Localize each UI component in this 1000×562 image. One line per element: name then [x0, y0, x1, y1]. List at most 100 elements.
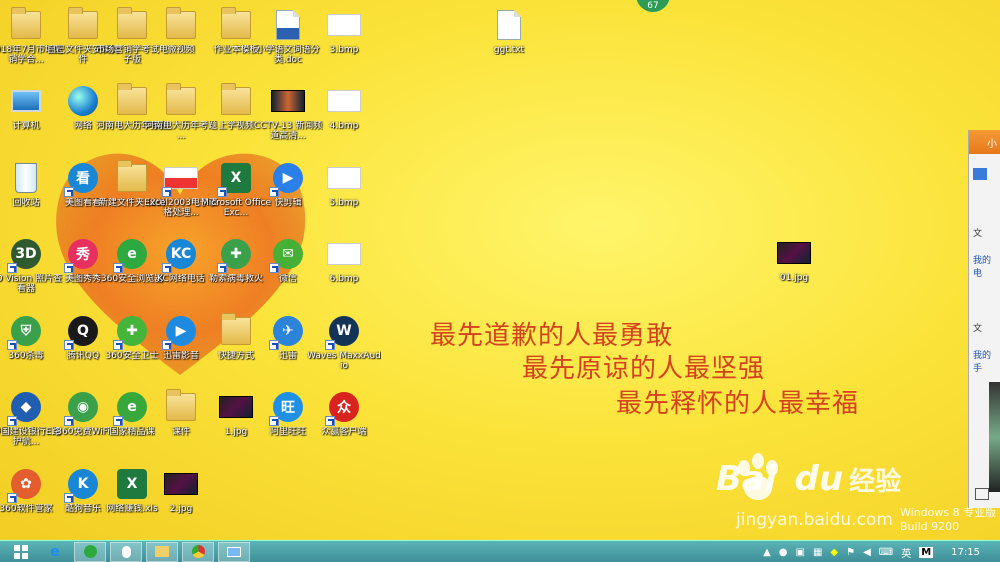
shortcut-arrow-icon	[269, 416, 279, 426]
folder-icon	[219, 313, 253, 348]
360-tray-icon[interactable]: ●	[779, 547, 788, 558]
qq-penguin-icon	[121, 545, 131, 558]
bitmap-image-icon	[327, 237, 361, 271]
taskbar-ie[interactable]: e	[40, 542, 70, 562]
taskbar-360browser[interactable]	[74, 541, 106, 562]
shortcut-arrow-icon	[64, 263, 74, 273]
desktop-icon-label: 众赢客户端	[321, 427, 367, 437]
jingyan-text: 经验	[849, 466, 902, 497]
keyboard-icon[interactable]: ⌨	[879, 547, 893, 558]
image-icon[interactable]	[973, 168, 987, 180]
shortcut-arrow-icon	[162, 340, 172, 350]
chat-toolbar-icon[interactable]	[969, 154, 1000, 194]
excel-icon: X	[217, 161, 253, 197]
recycle-bin-icon-shape	[15, 163, 37, 193]
chat-image-preview[interactable]	[989, 382, 1000, 492]
quote-line-1: 最先道歉的人最勇敢	[430, 321, 674, 351]
excel-icon-shape: X	[117, 469, 147, 499]
desktop: 67 2018年7月市场营销学合...自己文件夹安装文件市场营销学考试电子版微视…	[0, 0, 1000, 540]
shortcut-arrow-icon	[64, 493, 74, 503]
chrome-icon	[191, 545, 205, 558]
app-icon: KC	[162, 237, 198, 273]
folder-icon-shape	[117, 83, 147, 115]
folder-icon-shape	[11, 7, 41, 39]
chat-row-4[interactable]: 我的手	[969, 346, 1000, 376]
clock[interactable]: 17:15	[951, 547, 980, 558]
shortcut-arrow-icon	[113, 340, 123, 350]
app-icon: 众	[325, 390, 361, 426]
desktop-icon-label: 4.bmp	[329, 121, 359, 131]
shortcut-arrow-icon	[64, 340, 74, 350]
bitmap-image-icon	[327, 8, 361, 42]
folder-icon-shape	[166, 83, 196, 115]
ie-icon: e	[50, 543, 60, 560]
volume-icon[interactable]: ◀	[863, 547, 871, 558]
folder-icon	[164, 83, 198, 118]
folder-icon[interactable]	[975, 488, 989, 500]
shortcut-arrow-icon	[162, 187, 172, 197]
notification-badge[interactable]: 67	[636, 0, 670, 12]
system-tray: ▲ ● ▣ ▦ ◆ ⚑ ◀ ⌨ 英 M 17:15	[759, 541, 1000, 562]
app-icon: ✉	[269, 237, 305, 273]
folder-icon	[164, 389, 198, 424]
shortcut-arrow-icon	[162, 263, 172, 273]
network-icon[interactable]: ▦	[813, 547, 822, 558]
360-browser-icon	[83, 545, 97, 558]
folder-icon-shape	[166, 7, 196, 39]
desktop-icon[interactable]: 众众赢客户端	[307, 386, 381, 460]
show-hidden-icons-icon[interactable]: ▲	[763, 547, 771, 558]
taskbar: e ▲ ● ▣ ▦ ◆ ⚑ ◀ ⌨ 英 M 17:15	[0, 540, 1000, 562]
chat-window-title[interactable]: 小	[969, 130, 1000, 154]
folder-icon-shape	[117, 160, 147, 192]
text-file-icon	[492, 8, 526, 42]
taskbar-remote-desktop[interactable]	[218, 541, 250, 562]
folder-icon-shape	[221, 7, 251, 39]
shortcut-arrow-icon	[217, 263, 227, 273]
desktop-icon[interactable]: 01.jpg	[757, 232, 831, 306]
windows-logo-icon	[14, 544, 28, 559]
app-icon: ▶	[162, 314, 198, 350]
network-globe-icon-shape	[68, 86, 98, 116]
desktop-icon[interactable]: 4.bmp	[307, 80, 381, 154]
jpeg-image-icon	[777, 236, 811, 270]
os-edition: Windows 8 专业版	[900, 506, 997, 519]
taskbar-explorer[interactable]	[146, 541, 178, 562]
video-file-icon	[271, 84, 305, 118]
bitmap-image-icon	[327, 161, 361, 195]
desktop-icon[interactable]: 5.bmp	[307, 157, 381, 231]
desktop-icon-label: Waves MaxxAudio	[307, 351, 381, 371]
shortcut-arrow-icon	[269, 340, 279, 350]
recycle-bin-icon	[9, 161, 43, 195]
desktop-icon-label: 3.bmp	[329, 45, 359, 55]
desktop-icon[interactable]: ggt.txt	[472, 4, 546, 78]
chat-window-partial[interactable]: 小 文 我的电 文 我的手	[968, 130, 1000, 508]
ime-language-indicator[interactable]: 英	[901, 545, 911, 560]
taskbar-chrome[interactable]	[182, 541, 214, 562]
desktop-icon-label: 6.bmp	[329, 274, 359, 284]
chat-row-3: 文	[973, 324, 983, 334]
quote-line-2: 最先原谅的人最坚强	[522, 354, 766, 384]
desktop-icon[interactable]: 6.bmp	[307, 233, 381, 307]
desktop-icon[interactable]: W Waves MaxxAudio	[307, 310, 381, 384]
desktop-icon[interactable]: 2.jpg	[144, 463, 218, 537]
action-center-icon[interactable]: ⚑	[846, 547, 855, 558]
start-button[interactable]	[6, 542, 36, 562]
shortcut-arrow-icon	[325, 416, 335, 426]
shortcut-arrow-icon	[113, 263, 123, 273]
printer-icon[interactable]: ▣	[796, 547, 805, 558]
os-version-watermark: Windows 8 专业版 Build 9200	[900, 506, 1000, 534]
chat-row-2[interactable]: 我的电	[969, 251, 1000, 281]
folder-icon-shape	[117, 7, 147, 39]
desktop-icon[interactable]: 3.bmp	[307, 4, 381, 78]
jpeg-image-icon	[219, 390, 253, 424]
folder-icon-shape	[166, 389, 196, 421]
baidu-logo-text: Bai	[716, 459, 777, 499]
ime-mode-indicator[interactable]: M	[919, 546, 934, 558]
taskbar-qq[interactable]	[110, 541, 142, 562]
word-document-icon-shape	[276, 10, 300, 40]
computer-icon-shape	[11, 90, 41, 112]
app-icon: ✿	[7, 467, 43, 503]
security-tray-icon[interactable]: ◆	[830, 547, 838, 558]
baidu-logo-text-2: du	[794, 459, 844, 499]
app-icon: W	[325, 314, 361, 350]
